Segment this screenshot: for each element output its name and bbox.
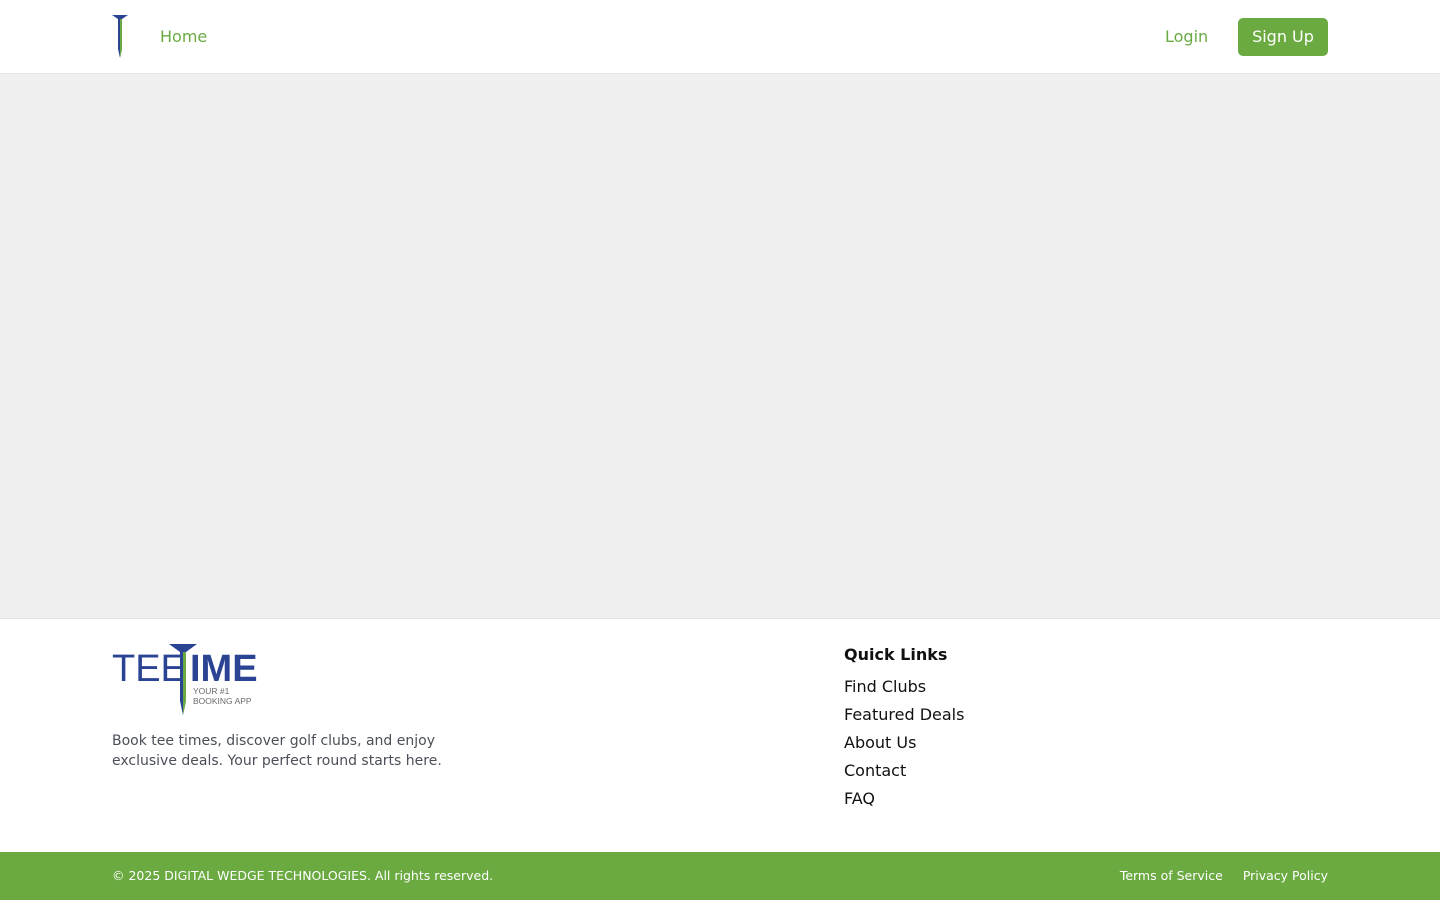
main-content-area bbox=[0, 74, 1440, 619]
teetime-logo: TEE IME YOUR #1 BOOKING APP bbox=[112, 644, 257, 715]
quick-links-list: Find Clubs Featured Deals About Us Conta… bbox=[844, 677, 964, 817]
site-header: Home Login Sign Up bbox=[0, 0, 1440, 74]
svg-text:YOUR #1: YOUR #1 bbox=[193, 686, 230, 696]
login-link[interactable]: Login bbox=[1165, 27, 1208, 47]
quick-link-featured-deals[interactable]: Featured Deals bbox=[844, 705, 964, 733]
copyright-text: © 2025 DIGITAL WEDGE TECHNOLOGIES. All r… bbox=[112, 868, 494, 883]
svg-text:IME: IME bbox=[190, 648, 257, 690]
footer-description: Book tee times, discover golf clubs, and… bbox=[112, 733, 442, 769]
sign-up-button[interactable]: Sign Up bbox=[1238, 18, 1328, 56]
svg-text:BOOKING APP: BOOKING APP bbox=[193, 696, 252, 706]
tee-logo-icon[interactable] bbox=[112, 15, 128, 58]
quick-links-title: Quick Links bbox=[844, 645, 948, 664]
nav-home-link[interactable]: Home bbox=[160, 27, 207, 47]
site-footer: TEE IME YOUR #1 BOOKING APP Book tee tim… bbox=[0, 619, 1440, 852]
quick-link-about-us[interactable]: About Us bbox=[844, 733, 964, 761]
quick-link-faq[interactable]: FAQ bbox=[844, 789, 964, 817]
legal-links: Terms of Service Privacy Policy bbox=[1104, 868, 1328, 884]
privacy-policy-link[interactable]: Privacy Policy bbox=[1243, 868, 1328, 883]
quick-link-contact[interactable]: Contact bbox=[844, 761, 964, 789]
quick-link-find-clubs[interactable]: Find Clubs bbox=[844, 677, 964, 705]
footer-bottom-bar: © 2025 DIGITAL WEDGE TECHNOLOGIES. All r… bbox=[0, 852, 1440, 900]
svg-text:TEE: TEE bbox=[112, 648, 186, 690]
terms-of-service-link[interactable]: Terms of Service bbox=[1120, 868, 1223, 883]
